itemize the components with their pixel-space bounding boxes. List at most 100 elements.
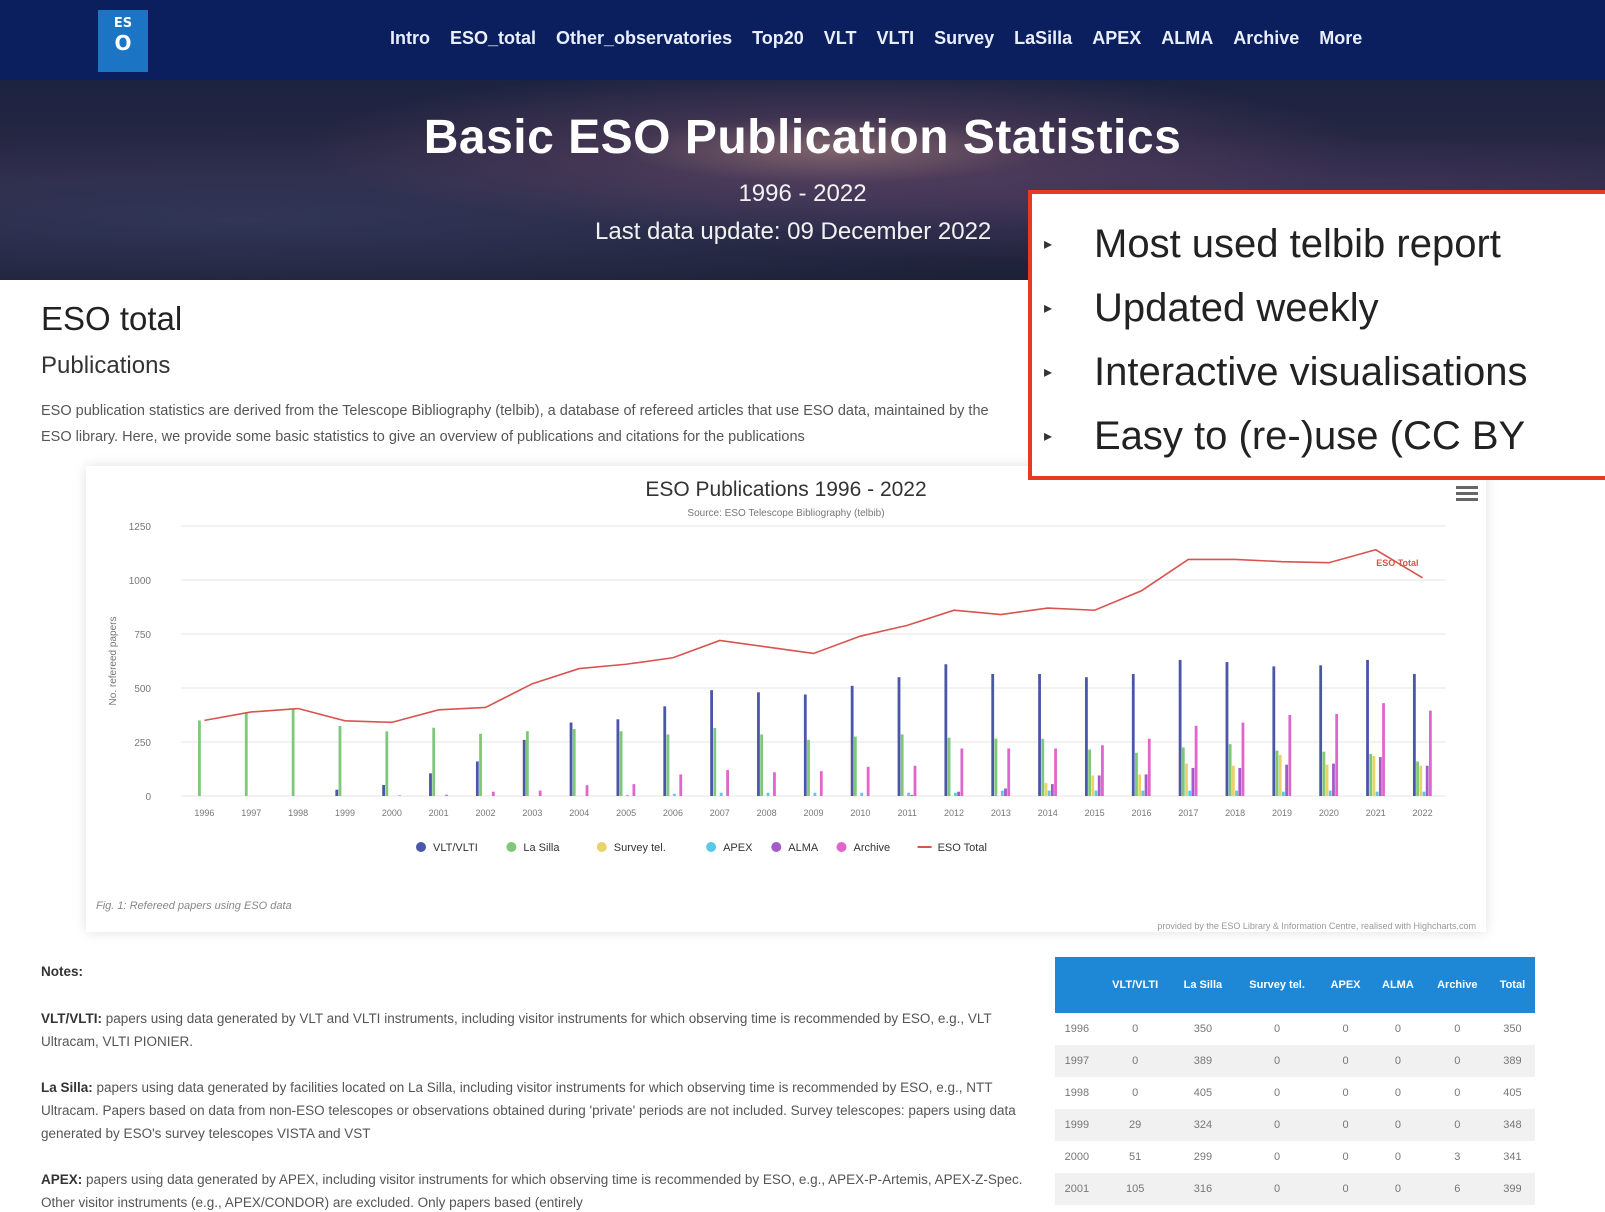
bar-alma bbox=[1191, 767, 1195, 796]
legend-label[interactable]: La Silla bbox=[523, 842, 560, 854]
legend-label[interactable]: VLT/VLTI bbox=[433, 842, 478, 854]
legend-label[interactable]: Survey tel. bbox=[614, 842, 666, 854]
nav-link-archive[interactable]: Archive bbox=[1233, 28, 1299, 49]
table-cell: 0 bbox=[1234, 1173, 1320, 1205]
logo-text-top: ES bbox=[113, 16, 133, 31]
table-cell: 2002 bbox=[1055, 1205, 1099, 1212]
bar-la-silla bbox=[479, 733, 482, 796]
x-tick-label: 2010 bbox=[850, 808, 870, 818]
table-cell: 105 bbox=[1098, 1173, 1172, 1205]
y-tick-label: 250 bbox=[134, 738, 151, 749]
bar-archive bbox=[1241, 722, 1245, 796]
intro-line-1: ESO publication statistics are derived f… bbox=[41, 403, 989, 419]
bar-apex bbox=[1047, 790, 1051, 796]
table-cell: 389 bbox=[1171, 1045, 1235, 1077]
nav-link-lasilla[interactable]: LaSilla bbox=[1014, 28, 1072, 49]
table-header-cell[interactable]: Survey tel. bbox=[1234, 957, 1320, 1013]
table-header-row: VLT/VLTI La Silla Survey tel. APEX ALMA Archi… bbox=[1055, 957, 1535, 1013]
table-cell: 0 bbox=[1274, 1023, 1281, 1035]
bar-vlt-vlti bbox=[757, 692, 760, 796]
table-row: 200216028800020410 bbox=[1055, 1205, 1535, 1212]
nav-link-vlt[interactable]: VLT bbox=[824, 28, 857, 49]
eso-logo[interactable]: ES O bbox=[98, 10, 148, 72]
x-tick-label: 2018 bbox=[1225, 808, 1245, 818]
bar-vlt-vlti bbox=[1225, 662, 1229, 796]
bar-alma bbox=[957, 791, 961, 796]
nav-link-alma[interactable]: ALMA bbox=[1161, 28, 1213, 49]
table-cell: 0 bbox=[1320, 1205, 1371, 1212]
table-header-cell[interactable] bbox=[1055, 957, 1099, 1013]
x-tick-label: 2001 bbox=[429, 808, 449, 818]
table-cell: 0 bbox=[1319, 1173, 1372, 1205]
table-cell: 350 bbox=[1193, 1023, 1213, 1035]
bar-vlt-vlti bbox=[335, 789, 339, 796]
callout-item: ▸ Most used telbib report bbox=[1044, 212, 1605, 276]
bar-apex bbox=[813, 792, 817, 796]
nav-link-intro[interactable]: Intro bbox=[390, 28, 430, 49]
table-cell: 0 bbox=[1342, 1023, 1349, 1035]
bar-alma bbox=[1332, 763, 1335, 796]
bar-vlt-vlti bbox=[616, 719, 620, 796]
nav-link-more[interactable]: More bbox=[1319, 28, 1362, 49]
bullet-icon: ▸ bbox=[1044, 428, 1053, 445]
table-header-cell[interactable]: Total bbox=[1489, 957, 1535, 1013]
table-cell: 0 bbox=[1371, 1109, 1425, 1141]
bar-alma bbox=[1285, 764, 1289, 796]
bar-survey-tel- bbox=[1091, 775, 1095, 796]
x-tick-label: 2014 bbox=[1038, 808, 1058, 818]
table-cell: 1996 bbox=[1064, 1023, 1090, 1035]
x-tick-label: 2000 bbox=[382, 808, 402, 818]
nav-link-top20[interactable]: Top20 bbox=[752, 28, 804, 49]
bar-archive bbox=[538, 790, 542, 796]
legend-label[interactable]: Archive bbox=[854, 842, 891, 854]
legend-marker bbox=[416, 842, 426, 852]
table-cell: 3 bbox=[1454, 1151, 1461, 1163]
bar-la-silla bbox=[1135, 752, 1138, 796]
nav-link-vlti[interactable]: VLTI bbox=[876, 28, 914, 49]
bar-apex bbox=[860, 792, 864, 796]
bar-vlt-vlti bbox=[850, 685, 854, 796]
bar-archive bbox=[398, 795, 402, 796]
bar-archive bbox=[960, 748, 964, 796]
note-lasilla-text: papers using data generated by facilitie… bbox=[41, 1080, 1016, 1141]
table-header-cell[interactable]: La Silla bbox=[1171, 957, 1235, 1013]
nav-link-survey[interactable]: Survey bbox=[934, 28, 994, 49]
bar-la-silla bbox=[853, 736, 857, 796]
bar-survey-tel- bbox=[1278, 754, 1282, 796]
nav-link-apex[interactable]: APEX bbox=[1092, 28, 1141, 49]
legend-label[interactable]: ALMA bbox=[788, 842, 819, 854]
callout-item-text: Interactive visualisations bbox=[1094, 349, 1528, 394]
nav-link-other-observatories[interactable]: Other_observatories bbox=[556, 28, 732, 49]
bar-la-silla bbox=[947, 737, 951, 796]
bar-vlt-vlti bbox=[897, 677, 901, 796]
highlight-callout: ▸ Most used telbib report ▸ Updated weekly… bbox=[1028, 190, 1605, 480]
bar-alma bbox=[1238, 767, 1242, 796]
table-cell: 160 bbox=[1099, 1205, 1172, 1212]
x-tick-label: 2002 bbox=[476, 808, 496, 818]
legend-label[interactable]: ESO Total bbox=[938, 842, 987, 854]
bar-archive bbox=[491, 791, 495, 796]
table-header-cell[interactable]: VLT/VLTI bbox=[1098, 957, 1172, 1013]
bar-apex bbox=[1188, 790, 1192, 796]
table-cell: 299 bbox=[1193, 1151, 1213, 1163]
legend-label[interactable]: APEX bbox=[723, 842, 753, 854]
bar-apex bbox=[766, 792, 770, 796]
publications-table: VLT/VLTI La Silla Survey tel. APEX ALMA Archi… bbox=[1055, 957, 1535, 1212]
table-row: 2000 51 299 0 0 0 3 341 bbox=[1055, 1141, 1535, 1173]
bar-la-silla bbox=[1181, 747, 1185, 796]
y-tick-label: 750 bbox=[134, 630, 151, 641]
table-header-cell[interactable]: ALMA bbox=[1371, 957, 1425, 1013]
bar-archive bbox=[1428, 710, 1432, 796]
legend-marker bbox=[596, 842, 607, 852]
table-header-cell[interactable]: APEX bbox=[1319, 957, 1372, 1013]
table-header-cell[interactable]: Archive bbox=[1424, 957, 1490, 1013]
table-cell: 0 bbox=[1371, 1173, 1425, 1205]
nav-link-eso-total[interactable]: ESO_total bbox=[450, 28, 536, 49]
table-cell: 0 bbox=[1342, 1151, 1349, 1163]
bar-survey-tel- bbox=[1044, 783, 1048, 796]
bar-la-silla bbox=[244, 711, 248, 796]
chart-credit[interactable]: provided by the ESO Library & Informatio… bbox=[1157, 921, 1476, 931]
table-cell: 348 bbox=[1489, 1109, 1535, 1141]
table-cell: 6 bbox=[1424, 1173, 1490, 1205]
bar-la-silla bbox=[385, 731, 389, 796]
